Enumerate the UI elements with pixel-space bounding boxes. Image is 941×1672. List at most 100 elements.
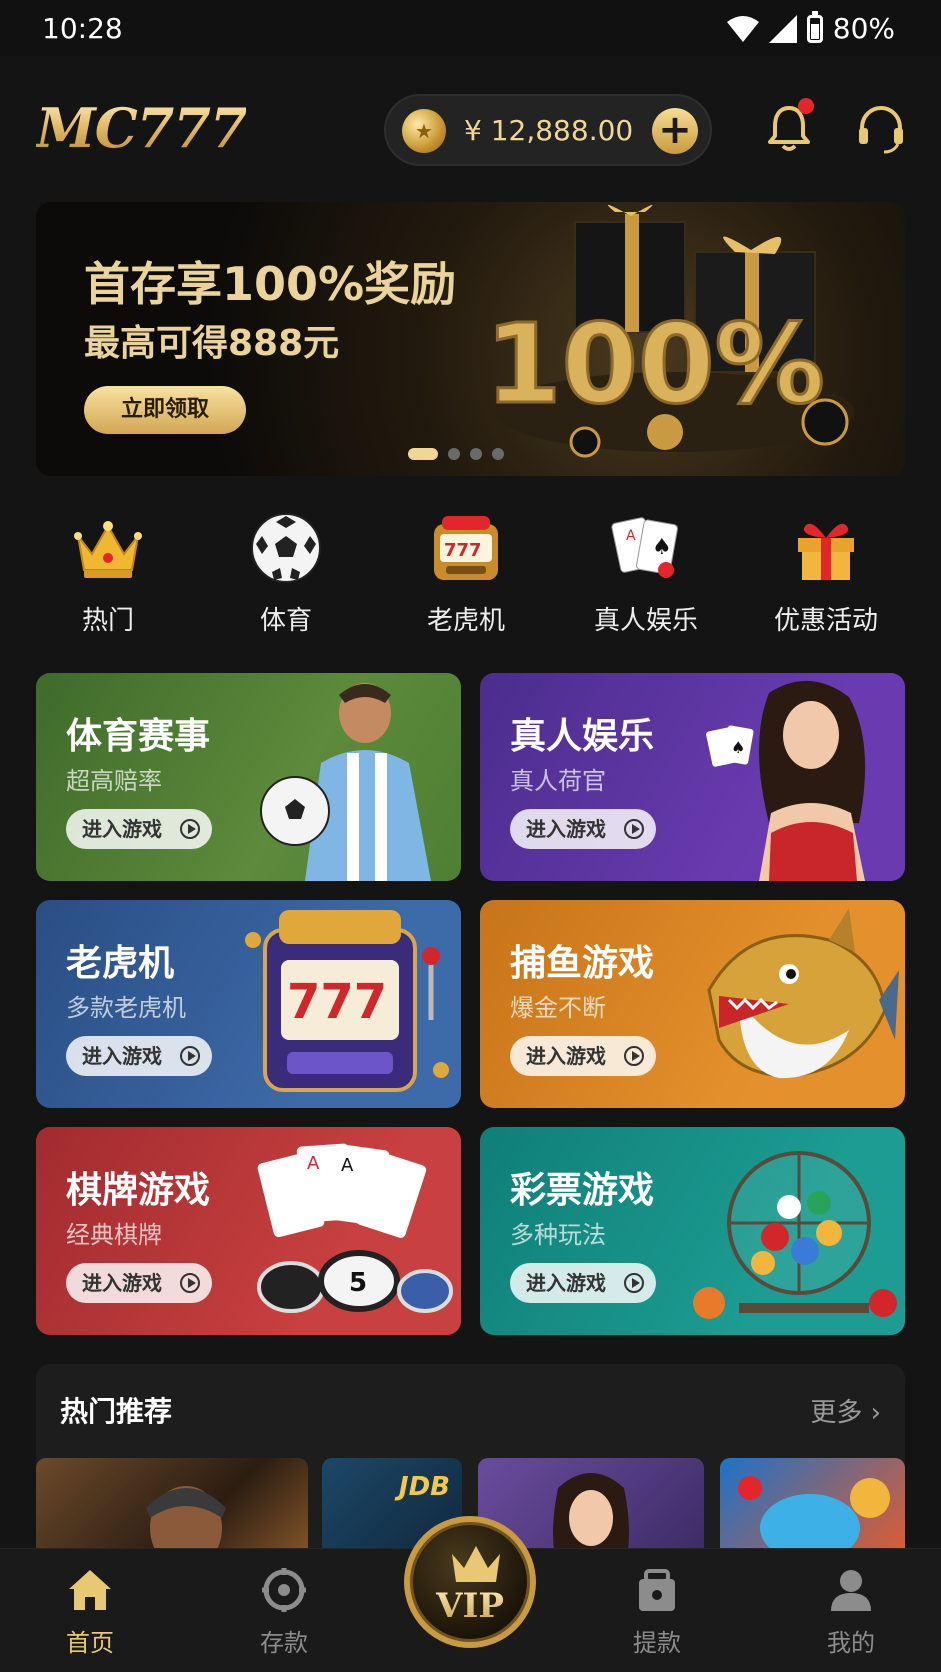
game-card-slots[interactable]: 777 老虎机 多款老虎机 进入游戏	[36, 900, 461, 1108]
notification-badge	[798, 98, 814, 114]
svg-text:A: A	[341, 1155, 354, 1176]
game-card-lottery[interactable]: 彩票游戏 多种玩法 进入游戏	[480, 1127, 905, 1335]
play-icon	[180, 1046, 200, 1066]
card-title: 棋牌游戏	[66, 1170, 211, 1211]
lottery-cage-illustration	[693, 1151, 897, 1319]
more-link[interactable]: 更多 ›	[810, 1392, 881, 1429]
status-time: 10:28	[42, 12, 123, 45]
nav-label: 提款	[633, 1629, 681, 1657]
withdraw-icon	[639, 1569, 675, 1611]
card-title: 捕鱼游戏	[510, 943, 655, 984]
nav-label: 我的	[827, 1629, 875, 1657]
category-label: 真人娱乐	[593, 606, 698, 636]
category-slots[interactable]: 777 老虎机	[386, 510, 546, 637]
carousel-dot[interactable]	[408, 448, 438, 460]
svg-text:777: 777	[444, 540, 482, 561]
carousel-dot[interactable]	[492, 448, 504, 460]
enter-game-button[interactable]: 进入游戏	[66, 809, 212, 849]
category-hot[interactable]: 热门	[28, 510, 188, 637]
enter-game-button[interactable]: 进入游戏	[66, 1263, 212, 1303]
svg-text:♠: ♠	[731, 738, 745, 757]
gift-boxes-illustration: 100%	[484, 204, 855, 458]
more-label: 更多	[810, 1398, 863, 1428]
svg-text:♠: ♠	[652, 535, 672, 560]
battery-icon	[806, 10, 823, 43]
card-title: 彩票游戏	[510, 1170, 655, 1211]
balance-amount: ¥ 12,888.00	[464, 114, 634, 147]
card-subtitle: 多种玩法	[510, 1221, 606, 1249]
category-promotions[interactable]: 优惠活动	[746, 510, 906, 637]
live-dealer-illustration: ♠	[706, 680, 866, 881]
vip-button[interactable]: VIP	[404, 1516, 536, 1648]
enter-game-button[interactable]: 进入游戏	[510, 1036, 656, 1076]
playing-cards-icon: A ♠	[611, 517, 678, 578]
card-subtitle: 真人荷官	[510, 767, 606, 795]
slot-machine-illustration: 777	[245, 910, 449, 1092]
add-funds-button[interactable]: +	[652, 108, 698, 154]
button-label: 进入游戏	[82, 817, 162, 841]
svg-text:A: A	[626, 528, 636, 544]
svg-text:777: 777	[287, 974, 387, 1030]
brand-logo[interactable]: MC777	[36, 96, 247, 160]
balance-pill[interactable]: ★ ¥ 12,888.00 +	[384, 94, 712, 166]
status-icons: 80%	[726, 10, 895, 45]
enter-game-button[interactable]: 进入游戏	[66, 1036, 212, 1076]
card-subtitle: 经典棋牌	[66, 1221, 162, 1249]
carousel-dot[interactable]	[470, 448, 482, 460]
jdb-logo: JDB	[398, 1472, 450, 1502]
claim-button[interactable]: 立即领取	[84, 386, 246, 434]
deposit-icon	[262, 1568, 306, 1612]
vip-label: VIP	[410, 1586, 530, 1626]
button-label: 进入游戏	[526, 817, 606, 841]
app-header: MC777 ★ ¥ 12,888.00 +	[0, 56, 941, 202]
wifi-icon	[726, 15, 759, 42]
promo-banner[interactable]: 100% 首存享100%奖励 最高可得888元 立即领取	[36, 202, 905, 476]
game-card-sports[interactable]: 体育赛事 超高赔率 进入游戏	[36, 673, 461, 881]
play-icon	[624, 819, 644, 839]
play-icon	[624, 1046, 644, 1066]
category-label: 老虎机	[426, 606, 505, 636]
carousel-dot[interactable]	[448, 448, 460, 460]
nav-profile[interactable]: 我的	[791, 1565, 911, 1658]
category-live[interactable]: A ♠ 真人娱乐	[566, 510, 726, 637]
section-title: 热门推荐	[60, 1395, 173, 1428]
banner-100-percent: 100%	[485, 300, 825, 428]
golden-shark-illustration	[707, 908, 899, 1079]
nav-home[interactable]: 首页	[30, 1565, 150, 1658]
card-title: 老虎机	[66, 943, 175, 984]
nav-deposit[interactable]: 存款	[224, 1565, 344, 1658]
play-icon	[180, 1273, 200, 1293]
category-sports[interactable]: 体育	[206, 510, 366, 637]
enter-game-button[interactable]: 进入游戏	[510, 1263, 656, 1303]
game-card-live[interactable]: ♠ 真人娱乐 真人荷官 进入游戏	[480, 673, 905, 881]
category-label: 热门	[81, 606, 134, 636]
card-title: 真人娱乐	[510, 716, 655, 757]
battery-level: 80%	[832, 12, 895, 45]
nav-label: 存款	[260, 1629, 308, 1657]
banner-subtitle: 最高可得888元	[84, 323, 340, 364]
chevron-right-icon: ›	[870, 1398, 881, 1428]
vip-crown-icon	[452, 1546, 500, 1582]
carousel-dots	[408, 448, 504, 460]
card-subtitle: 多款老虎机	[66, 994, 186, 1022]
nav-withdraw[interactable]: 提款	[597, 1565, 717, 1658]
home-icon	[69, 1570, 111, 1610]
button-label: 进入游戏	[82, 1271, 162, 1295]
coin-icon: ★	[402, 109, 446, 153]
play-icon	[180, 819, 200, 839]
gift-icon	[798, 523, 854, 580]
user-icon	[831, 1570, 871, 1611]
svg-text:5: 5	[349, 1268, 367, 1298]
button-label: 进入游戏	[82, 1044, 162, 1068]
enter-game-button[interactable]: 进入游戏	[510, 809, 656, 849]
button-label: 进入游戏	[526, 1044, 606, 1068]
status-bar: 10:28 80%	[0, 0, 941, 56]
category-bar: 热门 体育 777 老虎机 A ♠ 真人娱乐 优惠活动	[0, 510, 941, 640]
game-card-fishing[interactable]: 捕鱼游戏 爆金不断 进入游戏	[480, 900, 905, 1108]
soccer-ball-icon	[251, 513, 321, 583]
card-subtitle: 超高赔率	[66, 767, 162, 795]
headset-icon[interactable]	[854, 102, 908, 156]
button-label: 进入游戏	[526, 1271, 606, 1295]
game-card-chess[interactable]: A A 5 棋牌游戏 经典棋牌 进入游戏	[36, 1127, 461, 1335]
card-subtitle: 爆金不断	[510, 994, 606, 1022]
